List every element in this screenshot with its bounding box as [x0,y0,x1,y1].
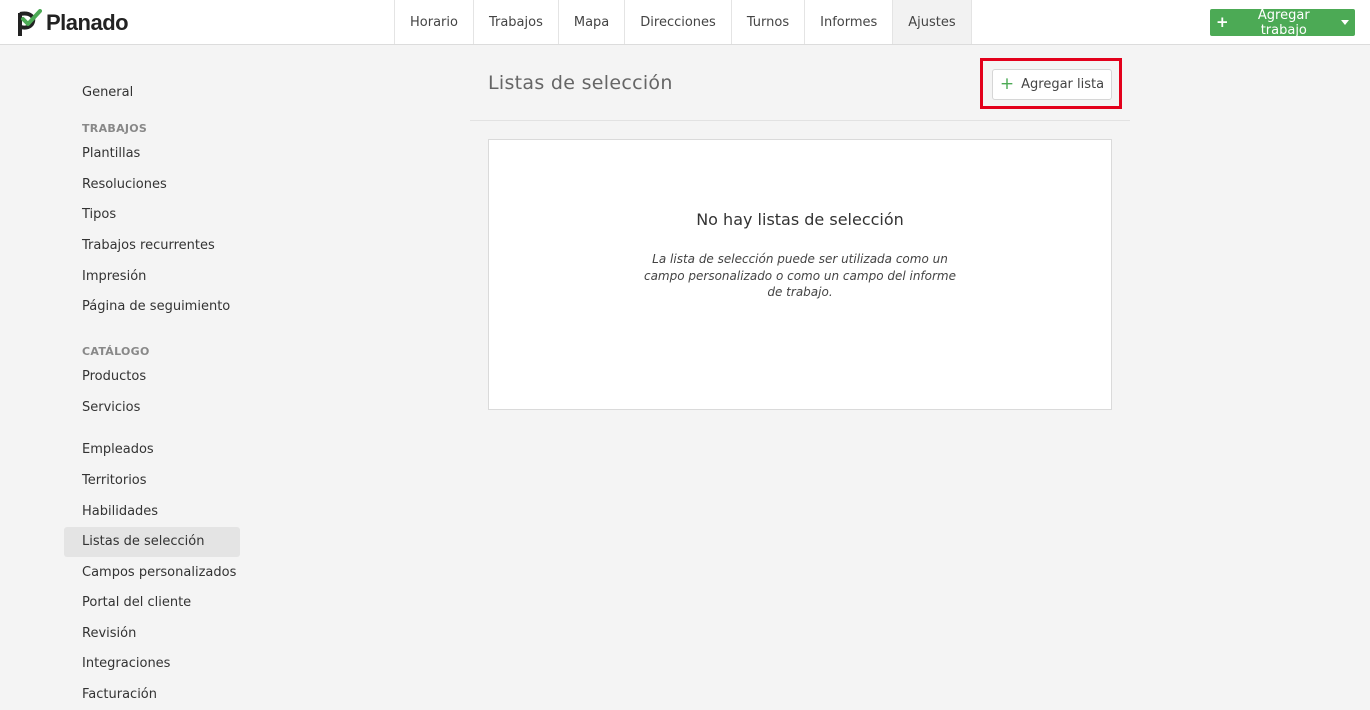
planado-logo[interactable]: Planado [18,9,129,37]
sidebar-item-general[interactable]: General [64,78,240,108]
sidebar-item-servicios[interactable]: Servicios [64,393,240,423]
sidebar-item-trabajos-recurrentes[interactable]: Trabajos recurrentes [64,231,240,261]
nav-direcciones[interactable]: Direcciones [624,0,731,44]
sidebar-item-campos-personalizados[interactable]: Campos personalizados [64,558,240,588]
plus-icon: + [999,74,1015,94]
sidebar-item-pagina-seguimiento[interactable]: Página de seguimiento [64,292,240,322]
add-list-button[interactable]: + Agregar lista [992,69,1112,100]
add-job-button[interactable]: + Agregar trabajo [1210,7,1355,38]
add-job-label: Agregar trabajo [1257,7,1310,38]
sidebar-item-habilidades[interactable]: Habilidades [64,497,240,527]
empty-state-description: La lista de selección puede ser utilizad… [643,252,957,299]
planado-check-logo-icon [18,9,42,36]
nav-turnos[interactable]: Turnos [730,0,804,44]
sidebar-item-facturacion[interactable]: Facturación [64,680,240,710]
header-divider [470,120,1130,121]
sidebar-item-impresion[interactable]: Impresión [64,262,240,292]
sidebar-section-catalogo: CATÁLOGO [82,345,150,358]
sidebar-item-resoluciones[interactable]: Resoluciones [64,170,240,200]
main-nav: Horario Trabajos Mapa Direcciones Turnos… [394,0,972,44]
sidebar-item-empleados[interactable]: Empleados [64,435,240,465]
sidebar-item-productos[interactable]: Productos [64,362,240,392]
top-navbar: Planado Horario Trabajos Mapa Direccione… [0,0,1370,45]
nav-mapa[interactable]: Mapa [557,0,624,44]
sidebar-item-portal-cliente[interactable]: Portal del cliente [64,588,240,618]
caret-down-icon [1341,20,1349,25]
sidebar-item-tipos[interactable]: Tipos [64,200,240,230]
sidebar-section-trabajos: TRABAJOS [82,122,148,135]
nav-horario[interactable]: Horario [394,0,473,44]
page-title: Listas de selección [488,72,673,94]
empty-state-title: No hay listas de selección [696,210,904,229]
plus-icon: + [1216,13,1229,31]
sidebar-item-plantillas[interactable]: Plantillas [64,139,240,169]
sidebar-item-revision[interactable]: Revisión [64,619,240,649]
nav-trabajos[interactable]: Trabajos [472,0,558,44]
empty-state-card: No hay listas de selección La lista de s… [488,139,1112,410]
logo-text: Planado [46,10,129,35]
sidebar-item-territorios[interactable]: Territorios [64,466,240,496]
sidebar-item-listas-seleccion[interactable]: Listas de selección [64,527,240,557]
nav-ajustes[interactable]: Ajustes [892,0,972,44]
sidebar-item-integraciones[interactable]: Integraciones [64,649,240,679]
nav-informes[interactable]: Informes [804,0,892,44]
add-list-label: Agregar lista [1021,77,1105,92]
